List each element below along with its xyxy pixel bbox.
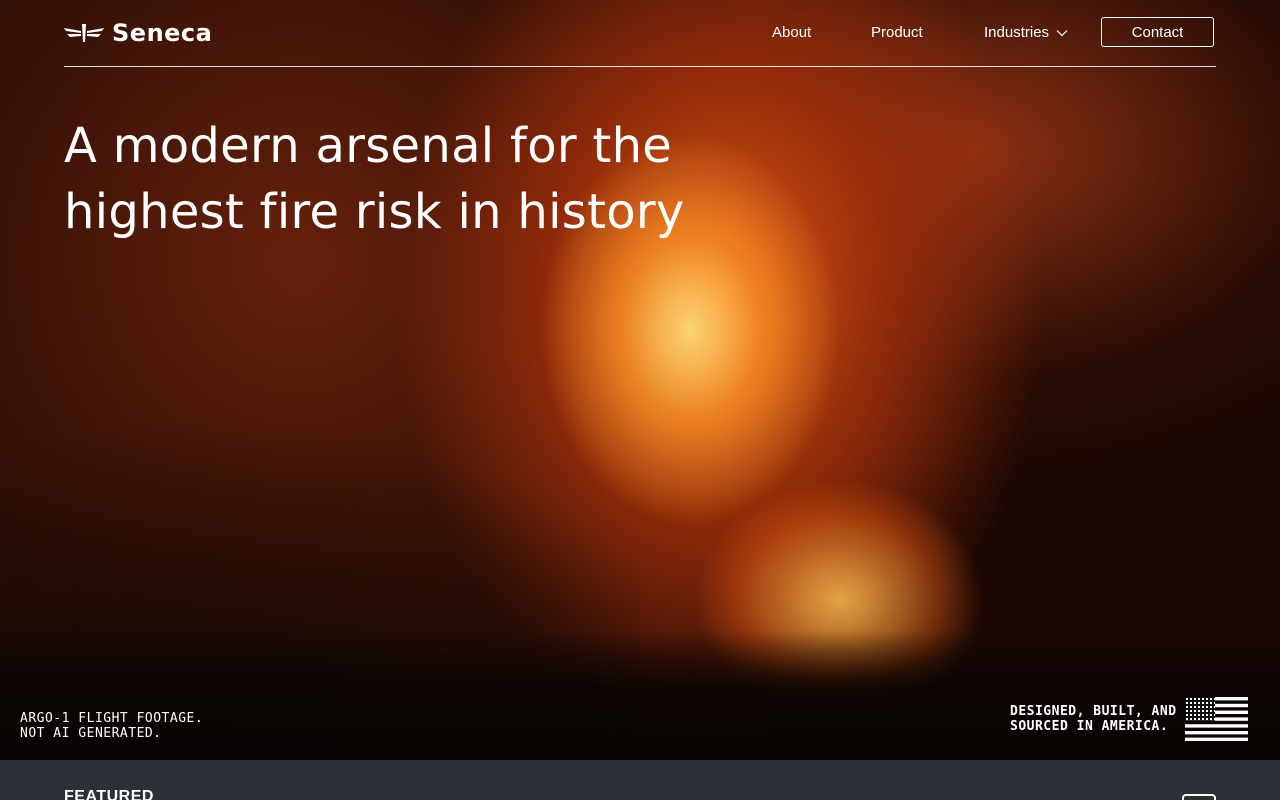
contact-button[interactable]: Contact bbox=[1101, 17, 1214, 47]
footage-disclaimer: ARGO-1 FLIGHT FOOTAGE. NOT AI GENERATED. bbox=[20, 711, 203, 741]
hero-headline-line-2: highest fire risk in history bbox=[64, 184, 685, 240]
hero-headline: A modern arsenal for the highest fire ri… bbox=[64, 113, 764, 245]
top-navigation: Seneca About Product Industries Contact bbox=[64, 0, 1216, 67]
hero-headline-line-1: A modern arsenal for the bbox=[64, 118, 673, 174]
brand-logo[interactable]: Seneca bbox=[64, 20, 212, 46]
nav-industries-label: Industries bbox=[984, 24, 1050, 41]
featured-press-bar: FEATURED ▬ ▬ ▬▬▬▬ ▬▬▬▬▬▬▬▬ bbox=[0, 760, 1280, 800]
made-in-america-line-2: SOURCED IN AMERICA. bbox=[1010, 719, 1169, 734]
nav-product-link[interactable]: Product bbox=[871, 24, 923, 42]
brand-name: Seneca bbox=[112, 19, 213, 47]
press-logo-3[interactable]: ▬▬▬▬▬▬▬▬ bbox=[745, 794, 913, 800]
made-in-america-badge: DESIGNED, BUILT, AND SOURCED IN AMERICA. bbox=[1010, 697, 1248, 741]
made-in-america-text: DESIGNED, BUILT, AND SOURCED IN AMERICA. bbox=[1010, 704, 1177, 734]
us-flag-icon bbox=[1184, 697, 1248, 741]
press-logo-2[interactable]: ▬▬▬▬ bbox=[535, 794, 619, 800]
featured-label: FEATURED bbox=[64, 788, 154, 800]
press-logo-1[interactable]: ▬ ▬ bbox=[305, 794, 353, 800]
press-logo-badge-icon[interactable] bbox=[1182, 794, 1216, 800]
footage-disclaimer-line-2: NOT AI GENERATED. bbox=[20, 726, 162, 741]
nav-industries-dropdown[interactable]: Industries bbox=[984, 24, 1069, 42]
nav-about-link[interactable]: About bbox=[772, 24, 811, 42]
made-in-america-line-1: DESIGNED, BUILT, AND bbox=[1010, 704, 1177, 719]
chevron-down-icon bbox=[1056, 30, 1068, 37]
seneca-wing-logo-icon bbox=[64, 24, 104, 42]
footage-disclaimer-line-1: ARGO-1 FLIGHT FOOTAGE. bbox=[20, 711, 204, 726]
